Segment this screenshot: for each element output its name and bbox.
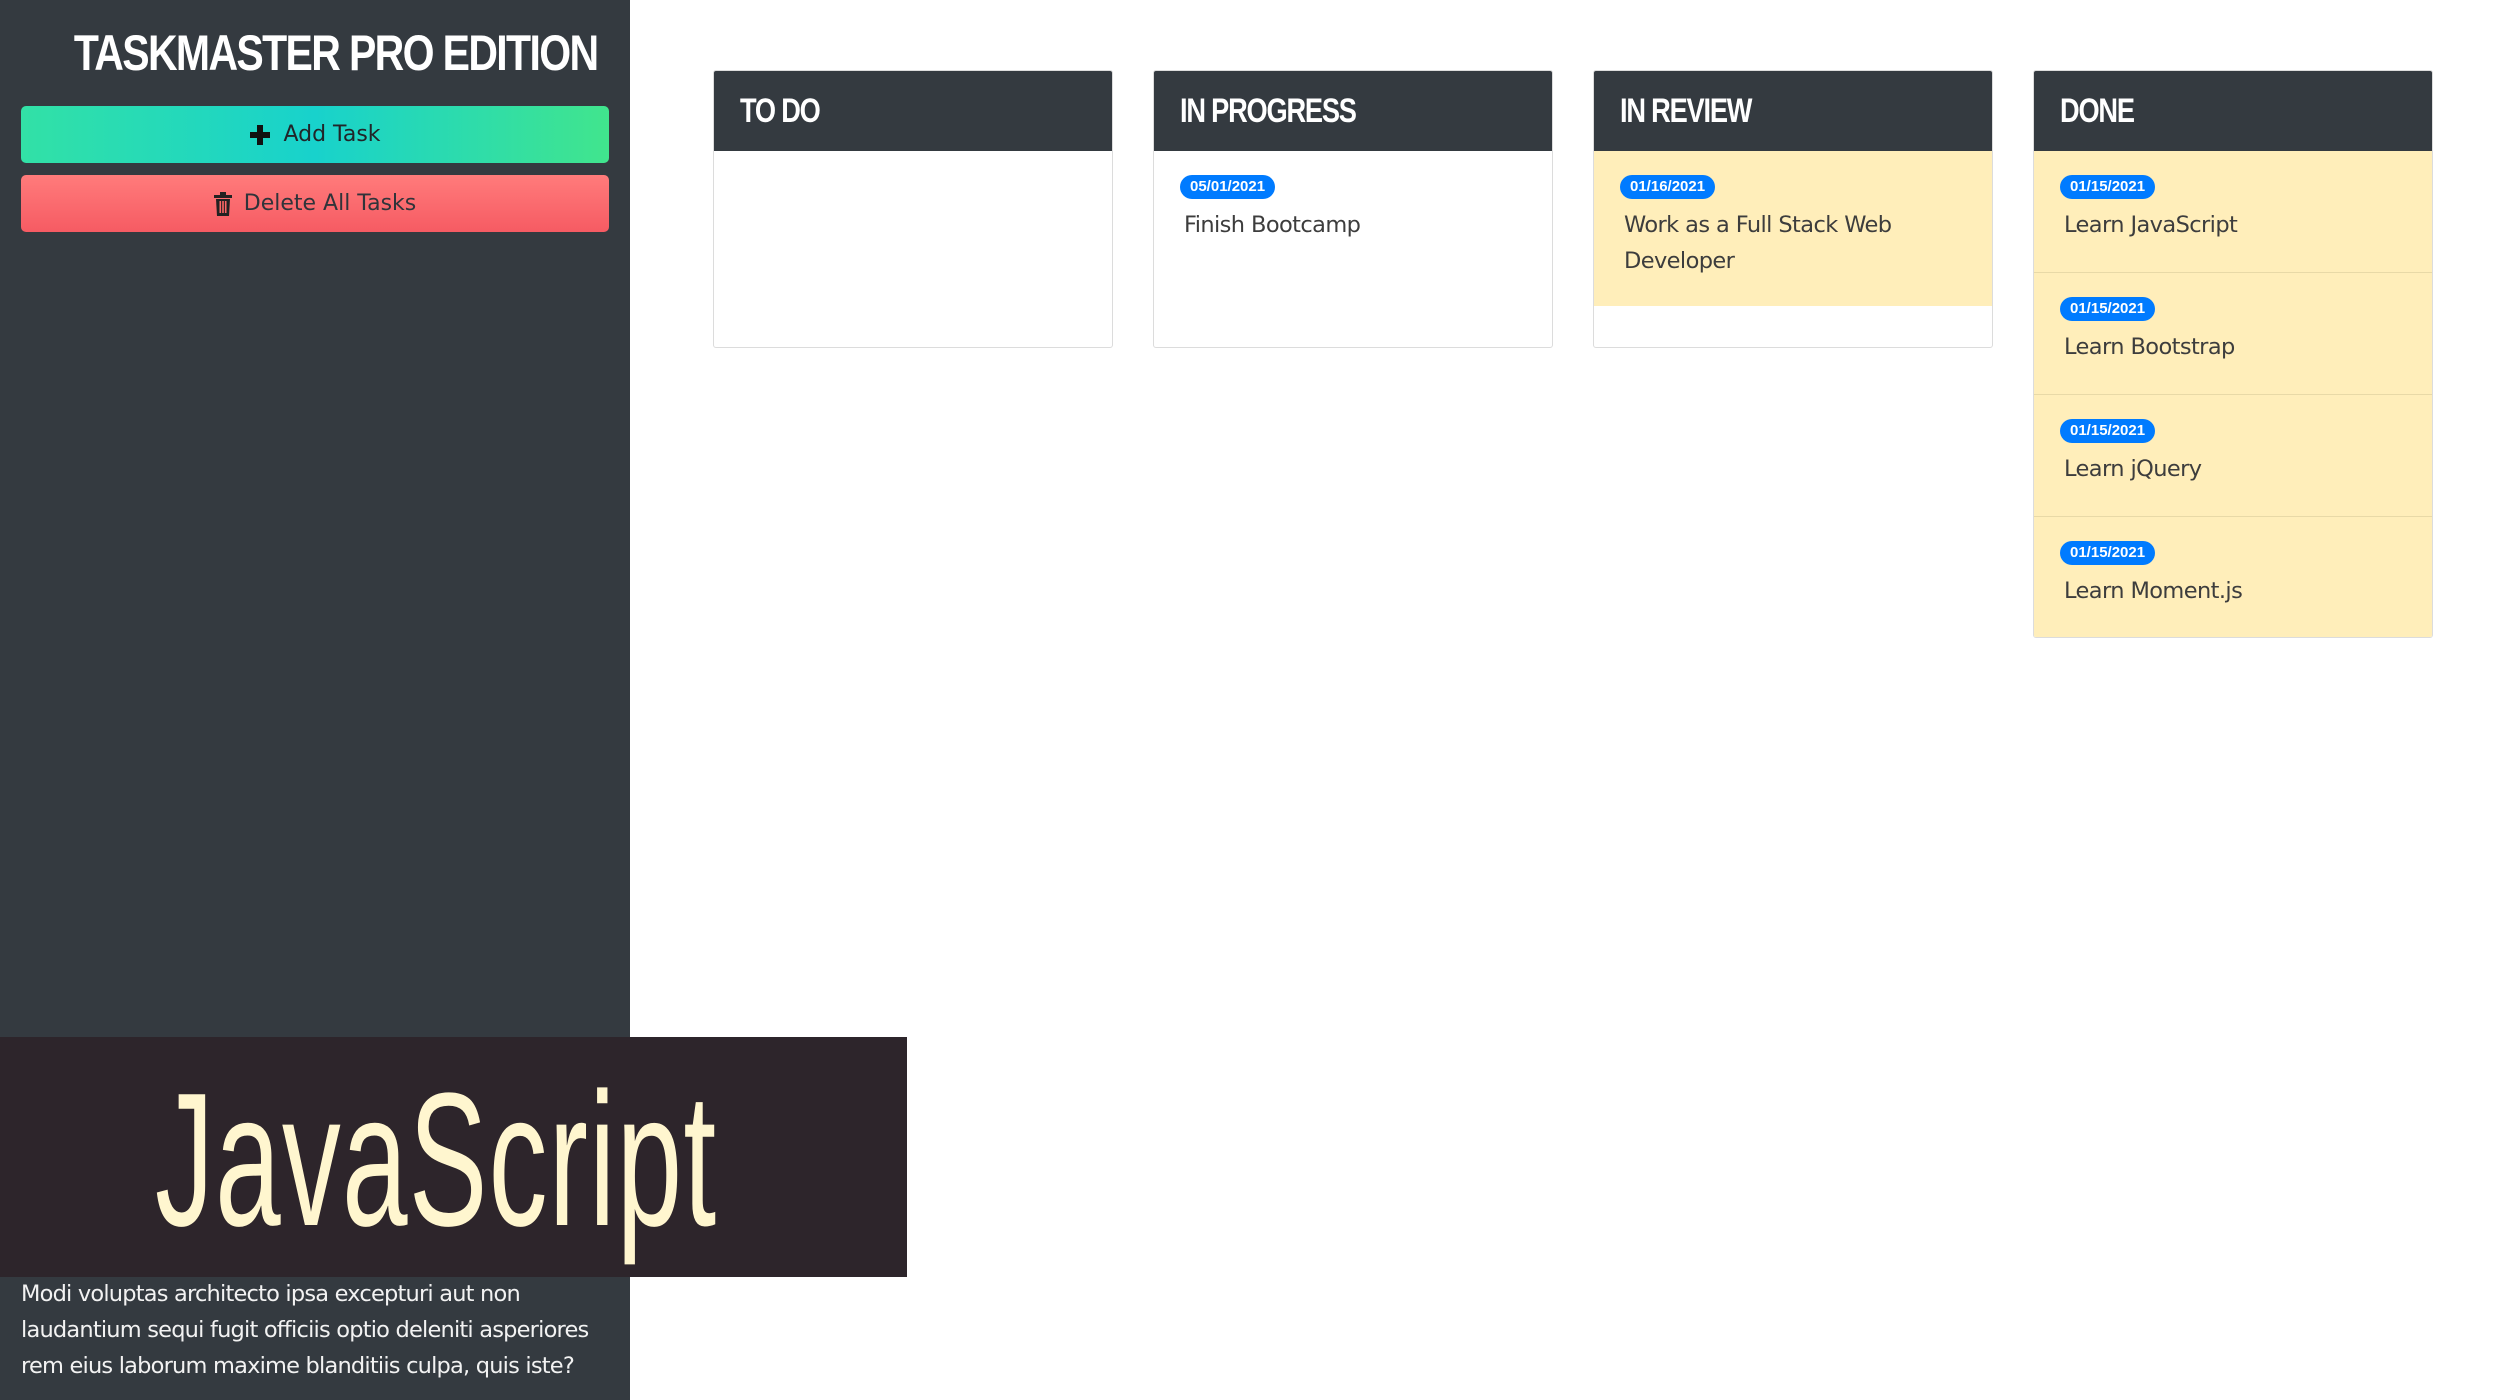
task-card[interactable]: 05/01/2021 Finish Bootcamp xyxy=(1154,151,1552,271)
due-date-badge[interactable]: 01/15/2021 xyxy=(2060,541,2156,565)
due-date-badge[interactable]: 01/16/2021 xyxy=(1620,175,1716,199)
plus-icon xyxy=(249,124,271,146)
column-title: TO DO xyxy=(740,91,821,130)
task-text[interactable]: Learn JavaScript xyxy=(2060,207,2406,243)
task-text[interactable]: Work as a Full Stack Web Developer xyxy=(1620,207,1924,279)
column-header: IN REVIEW xyxy=(1594,71,1992,151)
column-header: DONE xyxy=(2034,71,2432,151)
delete-all-tasks-button[interactable]: Delete All Tasks xyxy=(21,175,609,232)
due-date-badge[interactable]: 01/15/2021 xyxy=(2060,297,2156,321)
column-done: DONE 01/15/2021 Learn JavaScript 01/15/2… xyxy=(2033,70,2433,638)
column-header: IN PROGRESS xyxy=(1154,71,1552,151)
due-date-badge[interactable]: 01/15/2021 xyxy=(2060,419,2156,443)
add-task-button[interactable]: Add Task xyxy=(21,106,609,163)
task-text[interactable]: Learn Moment.js xyxy=(2060,573,2406,609)
task-card[interactable]: 01/15/2021 Learn jQuery xyxy=(2034,395,2432,517)
task-text[interactable]: Learn jQuery xyxy=(2060,451,2406,487)
column-in-review: IN REVIEW 01/16/2021 Work as a Full Stac… xyxy=(1593,70,1993,348)
task-card[interactable]: 01/15/2021 Learn Bootstrap xyxy=(2034,273,2432,395)
trash-icon xyxy=(213,191,232,216)
due-date-badge[interactable]: 05/01/2021 xyxy=(1180,175,1276,199)
app-title: TASKMASTER PRO EDITION xyxy=(73,25,599,81)
javascript-banner: JavaScript xyxy=(0,1037,907,1277)
task-card[interactable]: 01/15/2021 Learn Moment.js xyxy=(2034,517,2432,637)
delete-all-tasks-label: Delete All Tasks xyxy=(243,191,417,216)
banner-text: JavaScript xyxy=(155,1054,718,1266)
task-card[interactable]: 01/15/2021 Learn JavaScript xyxy=(2034,151,2432,273)
column-title: DONE xyxy=(2060,91,2135,130)
task-list[interactable]: 01/16/2021 Work as a Full Stack Web Deve… xyxy=(1594,151,1992,306)
column-in-progress: IN PROGRESS 05/01/2021 Finish Bootcamp xyxy=(1153,70,1553,348)
column-todo: TO DO xyxy=(713,70,1113,348)
task-card[interactable]: 01/16/2021 Work as a Full Stack Web Deve… xyxy=(1594,151,1992,306)
task-list[interactable]: 01/15/2021 Learn JavaScript 01/15/2021 L… xyxy=(2034,151,2432,637)
sidebar-description: Modi voluptas architecto ipsa excepturi … xyxy=(21,1280,589,1379)
column-title: IN PROGRESS xyxy=(1180,91,1357,130)
column-title: IN REVIEW xyxy=(1620,91,1752,130)
task-list[interactable]: 05/01/2021 Finish Bootcamp xyxy=(1154,151,1552,271)
task-text[interactable]: Learn Bootstrap xyxy=(2060,329,2406,365)
due-date-badge[interactable]: 01/15/2021 xyxy=(2060,175,2156,199)
column-header: TO DO xyxy=(714,71,1112,151)
task-text[interactable]: Finish Bootcamp xyxy=(1180,207,1526,243)
add-task-label: Add Task xyxy=(283,122,381,147)
app-root: TASKMASTER PRO EDITION Add Task Delete A… xyxy=(0,0,2500,1400)
